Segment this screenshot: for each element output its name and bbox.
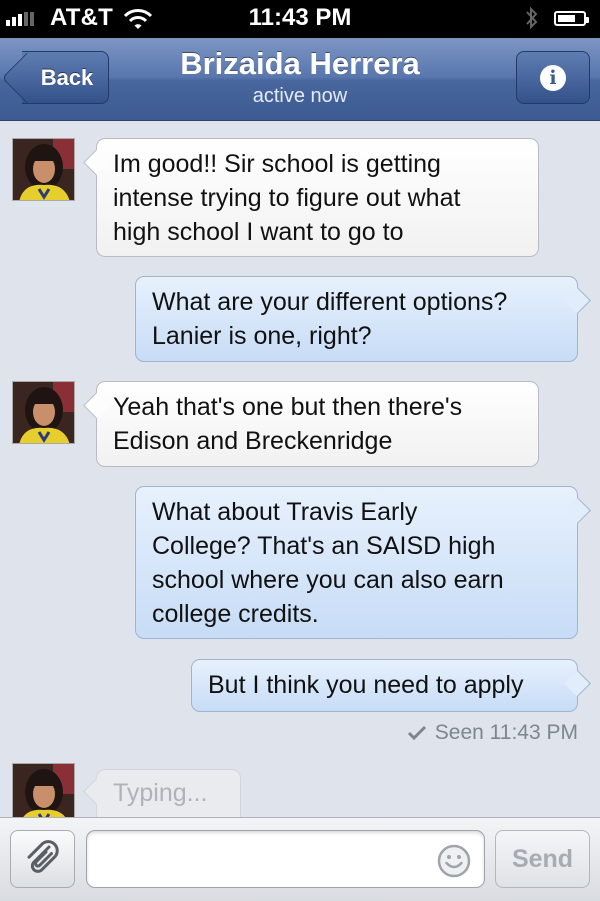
back-button-label: Back bbox=[40, 64, 94, 90]
message-bubble-outgoing[interactable]: What are your different options? Lanier … bbox=[135, 276, 578, 362]
smiley-icon bbox=[437, 844, 471, 878]
profile-photo bbox=[13, 764, 74, 817]
info-icon: i bbox=[540, 64, 566, 91]
checkmark-icon bbox=[407, 725, 426, 741]
message-bubble-outgoing[interactable]: But I think you need to apply bbox=[191, 659, 578, 712]
profile-photo bbox=[13, 382, 74, 443]
status-bar: AT&T 11:43 PM bbox=[0, 0, 600, 38]
navigation-bar: Back Brizaida Herrera active now i bbox=[0, 38, 600, 121]
typing-indicator: Typing... bbox=[96, 769, 241, 817]
message-bubble-incoming[interactable]: Im good!! Sir school is getting intense … bbox=[96, 138, 539, 257]
message-input[interactable] bbox=[86, 830, 485, 888]
battery-icon bbox=[554, 11, 589, 26]
status-time: 11:43 PM bbox=[248, 4, 352, 31]
message-bubble-outgoing[interactable]: What about Travis Early College? That's … bbox=[135, 486, 578, 639]
message-thread[interactable]: Im good!! Sir school is getting intense … bbox=[0, 121, 600, 817]
message-composer: Send bbox=[0, 817, 600, 901]
message-bubble-incoming[interactable]: Yeah that's one but then there's Edison … bbox=[96, 381, 539, 467]
seen-receipt: Seen 11:43 PM bbox=[407, 721, 578, 745]
info-button[interactable]: i bbox=[516, 51, 590, 104]
send-button[interactable]: Send bbox=[495, 830, 590, 888]
paperclip-icon bbox=[27, 840, 59, 873]
emoji-button[interactable] bbox=[436, 843, 472, 884]
bluetooth-icon bbox=[524, 4, 540, 37]
profile-photo bbox=[13, 139, 74, 200]
message-text: Im good!! Sir school is getting intense … bbox=[113, 150, 461, 246]
seen-receipt-text: Seen 11:43 PM bbox=[434, 721, 578, 744]
avatar[interactable] bbox=[12, 381, 75, 444]
typing-indicator-text: Typing... bbox=[113, 779, 208, 807]
message-text: What are your different options? Lanier … bbox=[152, 288, 508, 350]
attach-button[interactable] bbox=[10, 830, 75, 888]
message-text: What about Travis Early College? That's … bbox=[152, 498, 504, 628]
avatar[interactable] bbox=[12, 138, 75, 201]
message-text: Yeah that's one but then there's Edison … bbox=[113, 393, 463, 455]
message-text: But I think you need to apply bbox=[208, 671, 524, 699]
avatar[interactable] bbox=[12, 763, 75, 817]
